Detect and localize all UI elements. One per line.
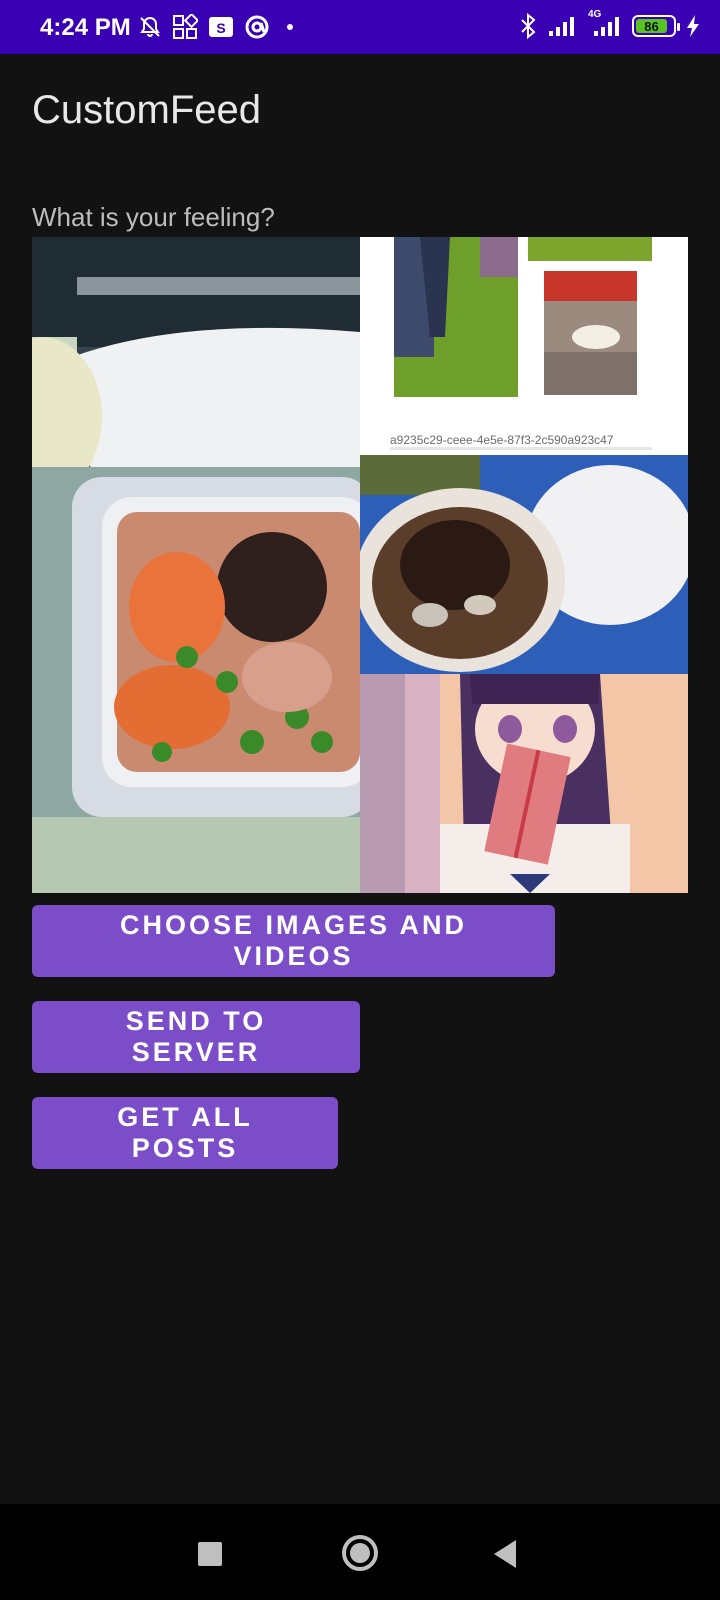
send-to-server-button[interactable]: SEND TO SERVER: [32, 1001, 360, 1073]
status-time: 4:24 PM: [40, 14, 131, 41]
at-sign-icon: [244, 14, 270, 40]
status-icons-left: S: [138, 14, 300, 40]
bluetooth-icon: [518, 13, 538, 39]
app-screen: 4:24 PM S 4G 86 CustomFeed What is your …: [0, 0, 720, 1600]
choose-images-videos-button[interactable]: CHOOSE IMAGES AND VIDEOS: [32, 905, 555, 977]
feeling-prompt: What is your feeling?: [32, 202, 275, 232]
mute-icon: [138, 15, 162, 39]
app-title: CustomFeed: [32, 88, 261, 132]
airline-meal-photo[interactable]: [32, 237, 360, 893]
collage-caption: a9235c29-ceee-4e5e-87f3-2c590a923c47: [390, 433, 614, 447]
dot-icon: [280, 17, 300, 37]
signal-4g-icon: 4G: [588, 9, 622, 37]
collage-photo[interactable]: a9235c29-ceee-4e5e-87f3-2c590a923c47: [360, 237, 688, 455]
navigation-bar: [0, 1504, 720, 1600]
get-all-posts-button[interactable]: GET ALL POSTS: [32, 1097, 338, 1169]
recents-icon[interactable]: [198, 1542, 222, 1566]
status-icons-right: 4G 86: [518, 9, 700, 39]
svg-text:S: S: [216, 20, 225, 36]
battery-level: 86: [636, 19, 667, 34]
home-icon[interactable]: [342, 1535, 378, 1571]
back-icon[interactable]: [494, 1540, 516, 1568]
battery-icon: 86: [632, 15, 680, 37]
status-bar: 4:24 PM S 4G 86: [0, 0, 720, 54]
signal-icon: [548, 15, 578, 37]
network-label: 4G: [588, 9, 602, 20]
anime-girl-gift-illustration[interactable]: [360, 674, 688, 893]
charging-icon: [686, 14, 700, 38]
image-grid: a9235c29-ceee-4e5e-87f3-2c590a923c47: [32, 237, 688, 893]
grid-icon: [172, 14, 198, 40]
s-app-icon: S: [208, 16, 234, 38]
noodle-soup-photo[interactable]: [360, 455, 688, 674]
